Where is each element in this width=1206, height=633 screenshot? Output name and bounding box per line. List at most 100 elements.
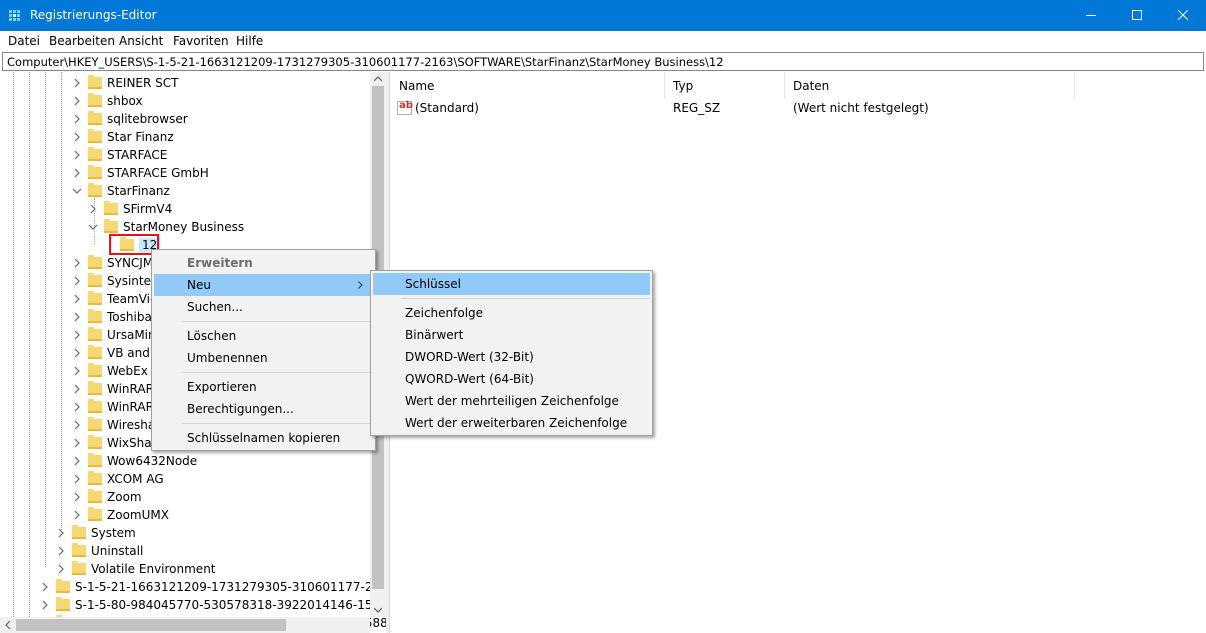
- tree-item-wow6432node[interactable]: Wow6432Node: [0, 452, 370, 470]
- chevron-right-icon[interactable]: [72, 383, 82, 395]
- context-menu-item-exportieren[interactable]: Exportieren: [154, 376, 373, 398]
- tree-item-starface[interactable]: STARFACE: [0, 146, 370, 164]
- menu-separator: [182, 423, 373, 424]
- address-bar[interactable]: Computer\HKEY_USERS\S-1-5-21-1663121209-…: [2, 52, 1204, 71]
- address-path[interactable]: Computer\HKEY_USERS\S-1-5-21-1663121209-…: [7, 55, 724, 69]
- context-menu-item-erweitern[interactable]: Erweitern: [154, 252, 373, 274]
- chevron-right-icon[interactable]: [56, 563, 66, 575]
- menu-hilfe[interactable]: Hilfe: [236, 34, 263, 48]
- minimize-button[interactable]: [1068, 0, 1114, 31]
- folder-icon: [88, 327, 102, 341]
- folder-icon: [88, 345, 102, 359]
- menu-datei[interactable]: Datei: [8, 34, 40, 48]
- tree-item-starmoney-business[interactable]: StarMoney Business: [0, 218, 370, 236]
- submenu-item-dword-wert-32-bit[interactable]: DWORD-Wert (32-Bit): [373, 346, 650, 368]
- folder-icon: [56, 579, 70, 593]
- chevron-right-icon[interactable]: [72, 311, 82, 323]
- maximize-icon: [1132, 10, 1142, 20]
- chevron-right-icon[interactable]: [72, 365, 82, 377]
- menu-item-label: Schlüssel: [405, 277, 461, 291]
- context-menu-item-suchen[interactable]: Suchen...: [154, 296, 373, 318]
- tree-item-label: System: [91, 526, 136, 540]
- column-header-type[interactable]: Typ: [665, 72, 785, 99]
- chevron-right-icon[interactable]: [72, 149, 82, 161]
- chevron-right-icon[interactable]: [72, 167, 82, 179]
- chevron-right-icon[interactable]: [72, 275, 82, 287]
- submenu-item-qword-wert-64-bit[interactable]: QWORD-Wert (64-Bit): [373, 368, 650, 390]
- chevron-right-icon[interactable]: [72, 509, 82, 521]
- chevron-right-icon[interactable]: [72, 473, 82, 485]
- menu-item-label: Zeichenfolge: [405, 306, 484, 320]
- tree-item-s-1-5-80-984045770-530578318-3922014146-158851812[interactable]: S-1-5-80-984045770-530578318-3922014146-…: [0, 596, 386, 614]
- tree-item-volatile-environment[interactable]: Volatile Environment: [0, 560, 370, 578]
- scroll-left-icon[interactable]: [5, 621, 11, 629]
- chevron-right-icon[interactable]: [72, 347, 82, 359]
- tree-horizontal-scroll-thumb[interactable]: [16, 619, 286, 631]
- tree-item-zoom[interactable]: Zoom: [0, 488, 370, 506]
- menu-item-label: Neu: [187, 278, 211, 292]
- chevron-right-icon[interactable]: [40, 581, 50, 593]
- maximize-button[interactable]: [1114, 0, 1160, 31]
- title-bar[interactable]: Registrierungs-Editor: [0, 0, 1206, 31]
- tree-item-label: sqlitebrowser: [107, 112, 188, 126]
- scroll-down-icon[interactable]: [374, 607, 382, 613]
- chevron-right-icon[interactable]: [72, 77, 82, 89]
- context-menu-item-schl-sselnamen-kopieren[interactable]: Schlüsselnamen kopieren: [154, 427, 373, 449]
- menu-bearbeiten[interactable]: Bearbeiten: [49, 34, 115, 48]
- tree-item-uninstall[interactable]: Uninstall: [0, 542, 370, 560]
- context-menu-item-berechtigungen[interactable]: Berechtigungen...: [154, 398, 373, 420]
- chevron-right-icon[interactable]: [72, 257, 82, 269]
- tree-item-label: Uninstall: [91, 544, 144, 558]
- column-header-name[interactable]: Name: [391, 72, 665, 99]
- folder-icon: [88, 417, 102, 431]
- close-button[interactable]: [1160, 0, 1206, 31]
- chevron-right-icon[interactable]: [72, 437, 82, 449]
- tree-item-label: Star Finanz: [107, 130, 174, 144]
- submenu-item-zeichenfolge[interactable]: Zeichenfolge: [373, 302, 650, 324]
- menu-item-label: Erweitern: [187, 256, 253, 270]
- chevron-right-icon[interactable]: [72, 419, 82, 431]
- tree-item-star-finanz[interactable]: Star Finanz: [0, 128, 370, 146]
- tree-item-s-1-5-21-1663121209-1731279305-310601177-2163-classes[interactable]: S-1-5-21-1663121209-1731279305-310601177…: [0, 578, 386, 596]
- chevron-right-icon[interactable]: [72, 131, 82, 143]
- chevron-right-icon[interactable]: [72, 293, 82, 305]
- tree-item-reiner-sct[interactable]: REINER SCT: [0, 74, 370, 92]
- chevron-right-icon[interactable]: [72, 329, 82, 341]
- tree-item-sfirmv4[interactable]: SFirmV4: [0, 200, 370, 218]
- context-menu-item-neu[interactable]: Neu: [154, 274, 373, 296]
- chevron-right-icon[interactable]: [88, 203, 98, 215]
- value-row[interactable]: ab (Standard) REG_SZ (Wert nicht festgel…: [391, 99, 1206, 117]
- scroll-up-icon[interactable]: [374, 76, 382, 82]
- tree-item-sqlitebrowser[interactable]: sqlitebrowser: [0, 110, 370, 128]
- menu-favoriten[interactable]: Favoriten: [173, 34, 229, 48]
- submenu-item-schl-ssel[interactable]: Schlüssel: [373, 273, 650, 295]
- submenu-item-wert-der-erweiterbaren-zeichenfolge[interactable]: Wert der erweiterbaren Zeichenfolge: [373, 412, 650, 434]
- chevron-right-icon[interactable]: [72, 401, 82, 413]
- chevron-right-icon[interactable]: [40, 599, 50, 611]
- folder-icon: [104, 201, 118, 215]
- tree-item-label: STARFACE GmbH: [107, 166, 209, 180]
- tree-item-xcom-ag[interactable]: XCOM AG: [0, 470, 370, 488]
- tree-horizontal-scrollbar[interactable]: [0, 617, 370, 633]
- chevron-down-icon[interactable]: [88, 221, 98, 233]
- chevron-right-icon[interactable]: [72, 455, 82, 467]
- tree-item-starfinanz[interactable]: StarFinanz: [0, 182, 370, 200]
- submenu-item-bin-rwert[interactable]: Binärwert: [373, 324, 650, 346]
- submenu-item-wert-der-mehrteiligen-zeichenfolge[interactable]: Wert der mehrteiligen Zeichenfolge: [373, 390, 650, 412]
- chevron-right-icon[interactable]: [72, 95, 82, 107]
- folder-icon: [88, 363, 102, 377]
- context-menu-item-umbenennen[interactable]: Umbenennen: [154, 347, 373, 369]
- context-menu-item-l-schen[interactable]: Löschen: [154, 325, 373, 347]
- chevron-right-icon[interactable]: [56, 545, 66, 557]
- menu-ansicht[interactable]: Ansicht: [119, 34, 163, 48]
- chevron-right-icon[interactable]: [72, 113, 82, 125]
- chevron-right-icon[interactable]: [72, 491, 82, 503]
- chevron-down-icon[interactable]: [72, 185, 82, 197]
- chevron-right-icon[interactable]: [56, 527, 66, 539]
- tree-item-starface-gmbh[interactable]: STARFACE GmbH: [0, 164, 370, 182]
- column-header-data[interactable]: Daten: [785, 72, 1075, 99]
- tree-item-zoomumx[interactable]: ZoomUMX: [0, 506, 370, 524]
- tree-item-shbox[interactable]: shbox: [0, 92, 370, 110]
- tree-item-system[interactable]: System: [0, 524, 370, 542]
- menu-item-label: QWORD-Wert (64-Bit): [405, 372, 534, 386]
